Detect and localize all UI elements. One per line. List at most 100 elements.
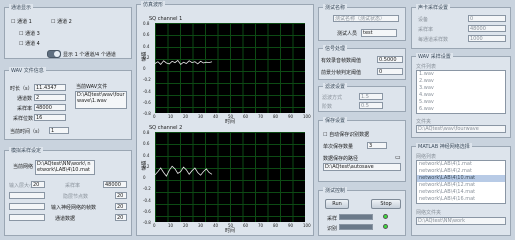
status2-led <box>383 224 388 229</box>
wav-file-list[interactable]: 1.wav 2.wav 3.wav 4.wav 5.wav 6.wav <box>416 70 506 114</box>
list-item[interactable]: network\LAB\4\1.mat <box>417 161 505 168</box>
x-tick-label: 20 <box>183 223 189 228</box>
sim-row-4-label: 输入神经网络的帧数 <box>51 205 97 211</box>
list-item[interactable]: network\LAB\4\16.mat <box>417 196 505 203</box>
wav-path-value: D:\AQtest\wav\fourwave\1.wav <box>75 91 127 109</box>
chart1-xlabel: 时间 <box>225 119 236 125</box>
list-item[interactable]: 2.wav <box>417 78 505 85</box>
sim-row-2-value[interactable]: 48000 <box>103 181 127 188</box>
y-tick-label: 0.2 <box>143 163 150 169</box>
tester-value[interactable]: test <box>361 29 397 37</box>
network-list[interactable]: network\LAB\4\1.mat network\LAB\4\2.mat … <box>416 160 506 204</box>
duration-value: 11.4347 <box>34 84 66 91</box>
x-tick-label: 70 <box>258 114 264 119</box>
y-tick-label: 0.2 <box>143 54 150 60</box>
test-name-panel: 测试名称 测试名称（测试状态） 测试人员 test <box>318 4 406 41</box>
x-tick-label: 40 <box>213 114 219 119</box>
param-3-value[interactable]: 1000 <box>468 35 506 42</box>
x-tick-label: 10 <box>168 114 174 119</box>
save-title: 保存设置 <box>323 117 348 124</box>
run-button[interactable]: Run <box>325 199 349 209</box>
wav-folder-value[interactable]: D:\AQtest\wav\fourwave <box>416 125 506 133</box>
x-tick-label: 30 <box>198 223 204 228</box>
sim-left-field-3[interactable] <box>9 214 45 221</box>
chart2-title: SQ channel 2 <box>149 125 183 131</box>
x-tick-label: 50 <box>228 223 234 228</box>
matlab-folder-value[interactable]: D:\AQtest\NN\work <box>416 217 506 225</box>
list-item[interactable]: network\LAB\4\12.mat <box>417 182 505 189</box>
y-tick-label: -0.2 <box>143 186 151 192</box>
chart1-svg <box>155 59 213 65</box>
signal-process-panel: 信号处理 有效录音帧数阈值 0.5000 前景分帧判定阈值 0 <box>318 45 406 80</box>
y-tick-label: -0.6 <box>143 99 151 105</box>
status1-label: 采样 <box>327 216 338 222</box>
duration-label: 时长（s） <box>10 86 33 92</box>
wav-info-panel: WAV 文件信息 时长（s） 11.4347 通道数 2 采样率 48000 采… <box>4 67 132 140</box>
stop-button[interactable]: Stop <box>371 199 401 209</box>
filter-panel: 滤波设置 滤波方式 1.5 阶数 0.5 <box>318 83 406 112</box>
simulate-title: 模拟采样设定 <box>9 147 44 154</box>
list-item[interactable]: 5.wav <box>417 99 505 106</box>
series-line <box>155 165 213 177</box>
save-path-value[interactable]: D:\AQtest\autosave <box>323 163 401 171</box>
param-2-value[interactable]: 48000 <box>468 25 506 32</box>
sp-row1-value[interactable]: 0.5000 <box>377 56 403 63</box>
sim-left-field-2[interactable] <box>9 203 45 210</box>
list-item[interactable]: network\LAB\4\10.mat <box>417 175 505 182</box>
sim-row-1-value[interactable]: 20 <box>31 181 45 188</box>
y-tick-label: 0.6 <box>143 32 150 38</box>
sp-row2-label: 前景分帧判定阈值 <box>321 70 362 76</box>
matlab-list-label: 网络列表 <box>416 154 437 160</box>
x-tick-label: 30 <box>198 114 204 119</box>
save-panel: 保存设置 ☐ 自动保存识别数据 单次保存数量 3 数据保存的路径 D:\AQte… <box>318 117 406 182</box>
chart2-plot <box>155 132 305 222</box>
ch3-checkbox[interactable]: ☐ 通道 3 <box>19 30 40 37</box>
series-line <box>155 59 213 65</box>
sim-row-3-value[interactable]: 20 <box>115 192 127 199</box>
folder-icon[interactable]: ▭ <box>395 154 401 161</box>
filter-title: 滤波设置 <box>323 83 348 90</box>
test-hint[interactable]: 测试名称（测试状态） <box>333 15 399 22</box>
bits-value: 16 <box>34 114 66 121</box>
channels-label: 通道数 <box>17 96 33 102</box>
list-item[interactable]: 3.wav <box>417 85 505 92</box>
x-tick-label: 80 <box>273 223 279 228</box>
list-item[interactable]: network\LAB\4\14.mat <box>417 189 505 196</box>
channel-display-panel: 通道显示 ☐ 通道 1 ☐ 通道 2 ☐ 通道 3 ☐ 通道 4 显示 1 个通… <box>4 4 132 59</box>
save-count-label: 单次保存数量 <box>323 144 354 150</box>
ch2-checkbox[interactable]: ☐ 通道 2 <box>51 18 72 25</box>
list-item[interactable]: network\LAB\4\2.mat <box>417 168 505 175</box>
wav-path-label: 当前WAV文件 <box>76 84 108 90</box>
x-tick-label: 100 <box>303 114 311 119</box>
list-item[interactable]: 4.wav <box>417 92 505 99</box>
sp-row1-label: 有效录音帧数阈值 <box>321 58 362 64</box>
ch4-checkbox[interactable]: ☐ 通道 4 <box>19 40 40 47</box>
sim-row-5-value[interactable]: 20 <box>115 214 127 221</box>
channel-display-title: 通道显示 <box>9 4 34 11</box>
x-tick-label: 0 <box>153 223 156 228</box>
chart2-svg <box>155 165 213 177</box>
list-item[interactable]: 6.wav <box>417 106 505 113</box>
sim-row-4-value[interactable]: 20 <box>115 203 127 210</box>
wav-folder-label: 文件夹 <box>416 119 432 125</box>
sim-left-field-1[interactable] <box>9 192 45 199</box>
ch1-checkbox[interactable]: ☐ 通道 1 <box>11 18 32 25</box>
param-3-label: 每通道采样数 <box>418 37 449 43</box>
save-count-value[interactable]: 3 <box>367 142 387 149</box>
y-tick-label: -0.2 <box>143 77 151 83</box>
status2-label: 识别 <box>327 226 338 232</box>
x-tick-label: 90 <box>288 114 294 119</box>
channel-mode-toggle[interactable] <box>47 50 61 58</box>
filter-opt1-value[interactable]: 1.5 <box>359 93 383 100</box>
wav-info-title: WAV 文件信息 <box>9 67 46 74</box>
sp-row2-value[interactable]: 0 <box>377 68 403 75</box>
y-tick-label: 0.8 <box>143 130 150 135</box>
filter-opt2-value[interactable]: 0.5 <box>359 102 383 109</box>
autosave-checkbox[interactable]: ☐ 自动保存识别数据 <box>323 131 369 138</box>
y-tick-label: 0.6 <box>143 141 150 147</box>
y-tick-label: 0 <box>143 175 146 180</box>
x-tick-label: 80 <box>273 114 279 119</box>
param-1-value[interactable]: 0 <box>468 15 506 22</box>
rate-label: 采样率 <box>17 106 33 112</box>
list-item[interactable]: 1.wav <box>417 71 505 78</box>
